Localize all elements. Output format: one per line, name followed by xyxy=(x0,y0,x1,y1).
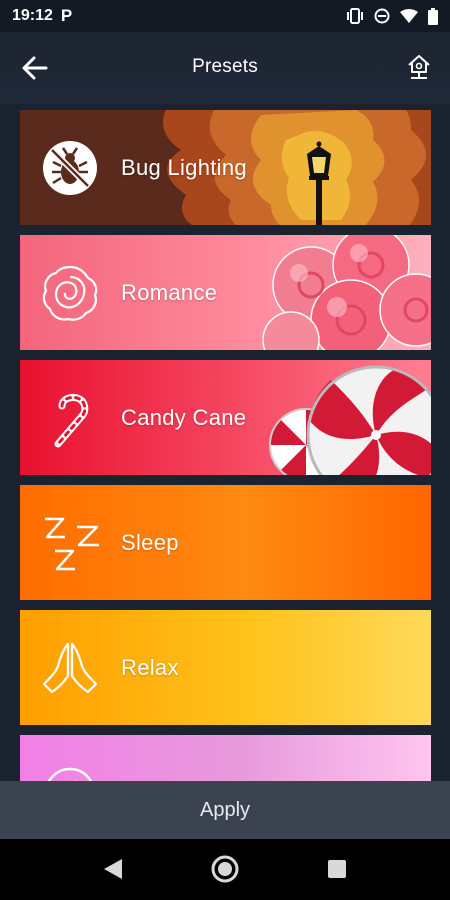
preset-label: Candy Cane xyxy=(121,405,247,430)
nav-recents-icon[interactable] xyxy=(327,859,347,879)
apply-button-label: Apply xyxy=(199,798,251,821)
wifi-icon xyxy=(400,8,418,23)
roses-art xyxy=(262,235,431,350)
status-bar: 19:12 P xyxy=(0,0,450,32)
preset-label: Sleep xyxy=(121,530,179,555)
preset-card-romance[interactable]: Romance xyxy=(20,235,431,350)
parking-notification-icon: P xyxy=(60,6,73,25)
apply-button[interactable]: Apply xyxy=(0,781,450,839)
vibrate-icon xyxy=(347,8,363,24)
app-bar: Presets xyxy=(0,32,450,104)
bug-icon xyxy=(43,141,97,195)
battery-icon xyxy=(428,7,438,25)
preset-card-sleep[interactable]: Sleep xyxy=(20,485,431,600)
home-network-icon[interactable] xyxy=(406,52,432,82)
status-icons xyxy=(346,7,438,25)
preset-label: Relax xyxy=(121,655,179,680)
preset-card-bug-lighting[interactable]: Bug Lighting xyxy=(20,110,431,225)
preset-label: Romance xyxy=(121,280,218,305)
preset-card-relax[interactable]: Relax xyxy=(20,610,431,725)
nav-home-icon[interactable] xyxy=(211,855,239,883)
nav-back-icon[interactable] xyxy=(102,857,124,881)
rose-icon xyxy=(42,265,98,321)
system-navigation-bar xyxy=(0,839,450,900)
preset-label: Bug Lighting xyxy=(121,155,247,180)
status-time: 19:12 xyxy=(12,7,53,24)
peppermint-candy-art xyxy=(269,365,431,475)
candy-cane-icon xyxy=(54,394,89,448)
page-title: Presets xyxy=(192,56,258,77)
preset-card-candy-cane[interactable]: Candy Cane xyxy=(20,360,431,475)
zzz-icon xyxy=(45,517,99,571)
do-not-disturb-icon xyxy=(374,8,390,24)
praying-hands-icon xyxy=(42,642,98,694)
preset-list: Bug Lighting Romance Candy Cane Sleep Re… xyxy=(20,110,431,805)
